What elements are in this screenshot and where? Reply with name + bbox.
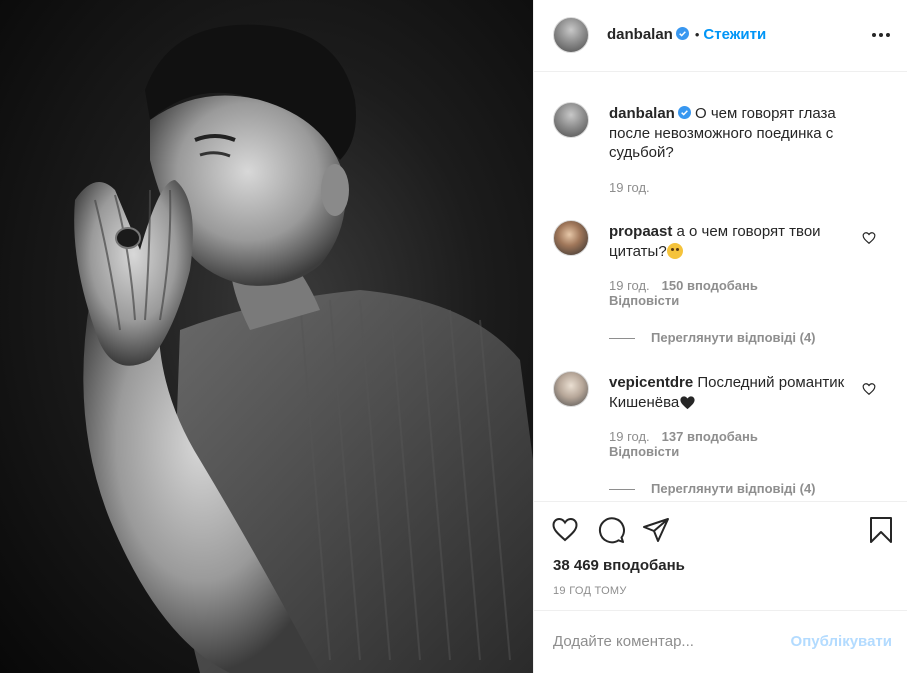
caption-avatar[interactable] [553, 102, 589, 138]
author-avatar[interactable] [553, 17, 589, 53]
post-time[interactable]: 19 ГОД ТОМУ [553, 585, 627, 597]
verified-badge-icon [677, 106, 691, 119]
view-replies-button[interactable]: Переглянути відповіді (4) [609, 330, 816, 345]
reply-button[interactable]: Відповісти [609, 444, 679, 459]
heart-icon[interactable] [551, 516, 579, 544]
divider [609, 489, 635, 491]
comment-likes[interactable]: 150 вподобань [662, 278, 758, 293]
comment-text-block: vepicentdre Последний романтик Кишенёва [609, 373, 859, 412]
comment-input[interactable]: Додайте коментар... [553, 633, 694, 650]
post-side-panel: danbalan • Стежити danbalan О чем говорят … [533, 0, 907, 673]
comment-icon[interactable] [597, 516, 625, 544]
view-replies-button[interactable]: Переглянути відповіді (4) [609, 481, 816, 496]
bookmark-icon[interactable] [867, 516, 895, 544]
heart-icon[interactable] [862, 382, 876, 396]
commenter-avatar[interactable] [553, 371, 589, 407]
commenter-username[interactable]: vepicentdre [609, 374, 693, 391]
header-separator: • [694, 27, 700, 42]
add-comment-bar: Додайте коментар... Опублікувати [534, 610, 907, 673]
post-header: danbalan • Стежити [534, 0, 907, 72]
share-icon[interactable] [642, 516, 670, 544]
post-comment-button[interactable]: Опублікувати [791, 633, 892, 650]
comment-likes[interactable]: 137 вподобань [662, 429, 758, 444]
comment-time[interactable]: 19 год. [609, 278, 650, 293]
post-actions: 38 469 вподобань 19 ГОД ТОМУ [534, 501, 907, 610]
caption-time[interactable]: 19 год. [609, 180, 650, 195]
likes-count[interactable]: 38 469 вподобань [553, 557, 685, 574]
more-options-icon[interactable] [869, 30, 893, 40]
view-replies-label: Переглянути відповіді (4) [651, 330, 816, 345]
comment-meta: 19 год. 137 вподобань [609, 429, 758, 444]
header-user-line: danbalan • Стежити [607, 26, 766, 43]
comment-text-block: propaast а о чем говорят твои цитаты? [609, 222, 859, 261]
divider [609, 338, 635, 340]
view-replies-label: Переглянути відповіді (4) [651, 481, 816, 496]
black-heart-emoji-icon [680, 395, 695, 409]
verified-badge-icon [675, 27, 689, 40]
commenter-avatar[interactable] [553, 220, 589, 256]
comment-meta: 19 год. 150 вподобань [609, 278, 758, 293]
caption-text-block: danbalan О чем говорят глаза после невоз… [609, 104, 859, 163]
author-username[interactable]: danbalan [607, 26, 673, 43]
comment-time[interactable]: 19 год. [609, 429, 650, 444]
caption-username[interactable]: danbalan [609, 105, 675, 122]
photo-illustration [74, 24, 533, 673]
commenter-username[interactable]: propaast [609, 223, 672, 240]
follow-button[interactable]: Стежити [703, 26, 766, 43]
heart-icon[interactable] [862, 231, 876, 245]
sad-face-emoji-icon [666, 242, 683, 259]
comments-list[interactable]: danbalan О чем говорят глаза после невоз… [534, 73, 907, 501]
reply-button[interactable]: Відповісти [609, 293, 679, 308]
post-photo[interactable] [0, 0, 533, 673]
